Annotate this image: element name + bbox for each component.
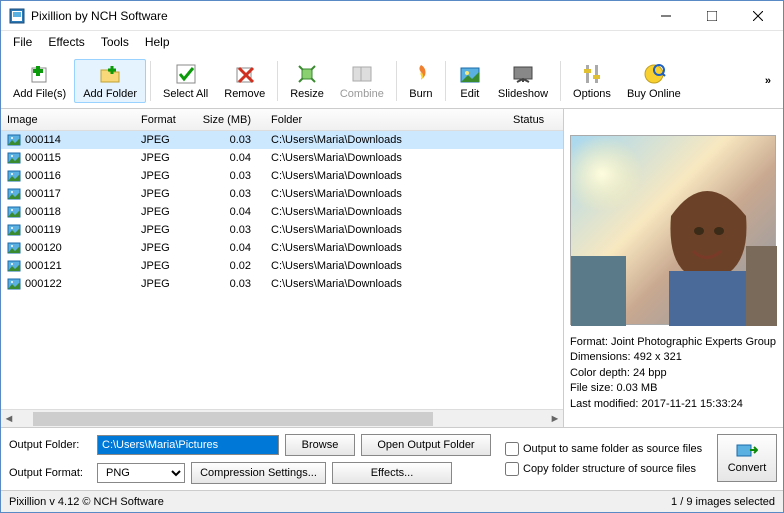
preview-image xyxy=(570,135,776,325)
file-icon xyxy=(7,170,21,182)
selectall-icon xyxy=(174,62,198,86)
file-row[interactable]: 000120JPEG0.04C:\Users\Maria\Downloads xyxy=(1,239,563,257)
window-title: Pixillion by NCH Software xyxy=(31,9,643,23)
bottom-panel: Output Folder: Browse Open Output Folder… xyxy=(1,427,783,490)
convert-icon xyxy=(736,442,758,460)
app-icon xyxy=(9,8,25,24)
preview-meta: Format: Joint Photographic Experts Group… xyxy=(570,335,777,412)
compression-button[interactable]: Compression Settings... xyxy=(191,462,326,484)
meta-depth: Color depth: 24 bpp xyxy=(570,366,777,381)
toolbar-slideshow[interactable]: Slideshow xyxy=(490,60,556,102)
file-icon xyxy=(7,260,21,272)
file-row[interactable]: 000115JPEG0.04C:\Users\Maria\Downloads xyxy=(1,149,563,167)
menu-help[interactable]: Help xyxy=(137,33,178,51)
col-folder[interactable]: Folder xyxy=(261,114,513,126)
list-header: Image Format Size (MB) Folder Status xyxy=(1,109,563,131)
options-icon xyxy=(580,62,604,86)
toolbar-overflow[interactable]: » xyxy=(757,71,779,91)
file-icon xyxy=(7,242,21,254)
meta-dimensions: Dimensions: 492 x 321 xyxy=(570,350,777,365)
output-folder-label: Output Folder: xyxy=(9,439,91,451)
status-bar: Pixillion v 4.12 © NCH Software 1 / 9 im… xyxy=(1,490,783,512)
minimize-button[interactable] xyxy=(643,1,689,31)
menubar: FileEffectsToolsHelp xyxy=(1,31,783,53)
scroll-right-icon[interactable]: ► xyxy=(547,413,563,425)
file-icon xyxy=(7,188,21,200)
output-format-label: Output Format: xyxy=(9,467,91,479)
file-row[interactable]: 000119JPEG0.03C:\Users\Maria\Downloads xyxy=(1,221,563,239)
meta-modified: Last modified: 2017-11-21 15:33:24 xyxy=(570,397,777,412)
meta-format: Format: Joint Photographic Experts Group xyxy=(570,335,777,350)
same-folder-checkbox[interactable] xyxy=(505,442,519,456)
toolbar-burn[interactable]: Burn xyxy=(401,60,441,102)
resize-icon xyxy=(295,62,319,86)
edit-icon xyxy=(458,62,482,86)
maximize-button[interactable] xyxy=(689,1,735,31)
addfolder-icon xyxy=(98,62,122,86)
col-size[interactable]: Size (MB) xyxy=(201,114,261,126)
menu-tools[interactable]: Tools xyxy=(93,33,137,51)
col-format[interactable]: Format xyxy=(141,114,201,126)
menu-effects[interactable]: Effects xyxy=(40,33,92,51)
output-folder-input[interactable] xyxy=(97,435,279,455)
file-row[interactable]: 000121JPEG0.02C:\Users\Maria\Downloads xyxy=(1,257,563,275)
status-version: Pixillion v 4.12 © NCH Software xyxy=(9,496,671,508)
scrollbar-thumb[interactable] xyxy=(33,412,433,426)
content-area: Image Format Size (MB) Folder Status 000… xyxy=(1,109,783,427)
file-list[interactable]: 000114JPEG0.03C:\Users\Maria\Downloads00… xyxy=(1,131,563,409)
toolbar-addfolder[interactable]: Add Folder xyxy=(74,59,146,103)
file-row[interactable]: 000114JPEG0.03C:\Users\Maria\Downloads xyxy=(1,131,563,149)
file-icon xyxy=(7,152,21,164)
check-copy-structure[interactable]: Copy folder structure of source files xyxy=(505,462,713,476)
slideshow-icon xyxy=(511,62,535,86)
buyonline-icon xyxy=(642,62,666,86)
col-status[interactable]: Status xyxy=(513,114,563,126)
file-pane: Image Format Size (MB) Folder Status 000… xyxy=(1,109,563,427)
titlebar: Pixillion by NCH Software xyxy=(1,1,783,31)
scrollbar-h[interactable]: ◄ ► xyxy=(1,409,563,427)
preview-pane: Format: Joint Photographic Experts Group… xyxy=(563,109,783,427)
output-options: Output Folder: Browse Open Output Folder… xyxy=(1,428,499,490)
meta-filesize: File size: 0.03 MB xyxy=(570,381,777,396)
toolbar-addfiles[interactable]: Add File(s) xyxy=(5,60,74,102)
scroll-left-icon[interactable]: ◄ xyxy=(1,413,17,425)
convert-area: Output to same folder as source files Co… xyxy=(499,428,783,490)
file-icon xyxy=(7,224,21,236)
file-row[interactable]: 000117JPEG0.03C:\Users\Maria\Downloads xyxy=(1,185,563,203)
col-image[interactable]: Image xyxy=(1,114,141,126)
close-button[interactable] xyxy=(735,1,781,31)
browse-button[interactable]: Browse xyxy=(285,434,355,456)
toolbar-options[interactable]: Options xyxy=(565,60,619,102)
toolbar-resize[interactable]: Resize xyxy=(282,60,332,102)
toolbar-remove[interactable]: Remove xyxy=(216,60,273,102)
file-row[interactable]: 000116JPEG0.03C:\Users\Maria\Downloads xyxy=(1,167,563,185)
output-format-select[interactable]: PNG xyxy=(97,463,185,483)
effects-button[interactable]: Effects... xyxy=(332,462,452,484)
open-output-button[interactable]: Open Output Folder xyxy=(361,434,491,456)
toolbar-buyonline[interactable]: Buy Online xyxy=(619,60,689,102)
check-same-folder[interactable]: Output to same folder as source files xyxy=(505,442,713,456)
menu-file[interactable]: File xyxy=(5,33,40,51)
remove-icon xyxy=(233,62,257,86)
combine-icon xyxy=(350,62,374,86)
copy-structure-checkbox[interactable] xyxy=(505,462,519,476)
toolbar-combine[interactable]: Combine xyxy=(332,60,392,102)
file-icon xyxy=(7,134,21,146)
status-selection: 1 / 9 images selected xyxy=(671,496,775,508)
burn-icon xyxy=(409,62,433,86)
toolbar-edit[interactable]: Edit xyxy=(450,60,490,102)
file-icon xyxy=(7,278,21,290)
file-row[interactable]: 000118JPEG0.04C:\Users\Maria\Downloads xyxy=(1,203,563,221)
toolbar: Add File(s)Add FolderSelect AllRemoveRes… xyxy=(1,53,783,109)
convert-button[interactable]: Convert xyxy=(717,434,777,482)
file-row[interactable]: 000122JPEG0.03C:\Users\Maria\Downloads xyxy=(1,275,563,293)
app-window: Pixillion by NCH Software FileEffectsToo… xyxy=(0,0,784,513)
addfiles-icon xyxy=(28,62,52,86)
file-icon xyxy=(7,206,21,218)
toolbar-selectall[interactable]: Select All xyxy=(155,60,216,102)
